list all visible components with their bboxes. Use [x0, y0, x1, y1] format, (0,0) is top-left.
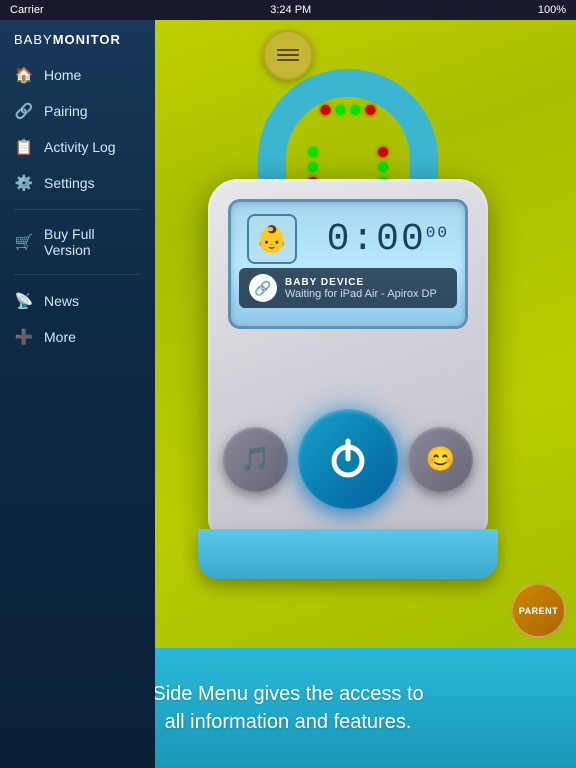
- screen-top: 👶 0:00 00: [231, 202, 465, 268]
- news-icon: 📡: [14, 291, 34, 311]
- smile-icon: 😊: [426, 445, 456, 474]
- led-dot-left-2: [308, 162, 318, 172]
- baby-device-icon: 🔗: [249, 274, 277, 302]
- led-dot-right-2: [378, 162, 388, 172]
- led-top-row: [321, 105, 376, 115]
- sidebar-home-label: Home: [44, 67, 81, 83]
- time-label: 3:24 PM: [270, 4, 311, 16]
- home-icon: 🏠: [14, 65, 34, 85]
- buy-icon: 🛒: [14, 232, 34, 252]
- status-bar: Carrier 3:24 PM 100%: [0, 0, 576, 20]
- sidebar-divider-2: [14, 274, 141, 275]
- screen-text: BABY DEVICE Waiting for iPad Air - Apiro…: [285, 277, 437, 300]
- sidebar-activitylog-label: Activity Log: [44, 139, 116, 155]
- sidebar-item-activity-log[interactable]: 📋 Activity Log: [0, 129, 155, 165]
- app-title-baby: BABY: [14, 32, 53, 47]
- sidebar-item-more[interactable]: ➕ More: [0, 319, 155, 355]
- app-title-monitor: MONITOR: [53, 32, 121, 47]
- led-dot-right-1: [378, 147, 388, 157]
- device-container: 👶 0:00 00 🔗 BABY DEVICE Wait: [120, 10, 576, 648]
- app-title: BABYMONITOR: [0, 20, 155, 57]
- power-icon: [324, 435, 372, 483]
- timer-main: 0:00: [327, 218, 426, 261]
- sidebar-divider-1: [14, 209, 141, 210]
- sidebar-more-label: More: [44, 329, 76, 345]
- led-dot-green-1: [336, 105, 346, 115]
- led-dot-left-1: [308, 147, 318, 157]
- settings-icon: ⚙️: [14, 173, 34, 193]
- device-base: [198, 529, 498, 579]
- timer-seconds: 00: [426, 224, 449, 242]
- sidebar: BABYMONITOR 🏠 Home 🔗 Pairing 📋 Activity …: [0, 0, 155, 768]
- music-button[interactable]: 🎵: [223, 427, 288, 492]
- sidebar-news-label: News: [44, 293, 79, 309]
- sidebar-item-home[interactable]: 🏠 Home: [0, 57, 155, 93]
- baby-face-icon: 👶: [256, 224, 288, 255]
- hamburger-line-3: [277, 59, 299, 61]
- link-icon: 🔗: [254, 280, 271, 297]
- screen-status-bar: 🔗 BABY DEVICE Waiting for iPad Air - Api…: [239, 268, 457, 308]
- pairing-icon: 🔗: [14, 101, 34, 121]
- device-body: 👶 0:00 00 🔗 BABY DEVICE Wait: [208, 179, 488, 539]
- carrier-label: Carrier: [10, 4, 44, 16]
- activity-log-icon: 📋: [14, 137, 34, 157]
- device-title-label: BABY DEVICE: [285, 277, 437, 288]
- battery-label: 100%: [538, 4, 566, 16]
- sidebar-item-settings[interactable]: ⚙️ Settings: [0, 165, 155, 201]
- caption-line-1: Side Menu gives the access to: [152, 680, 423, 708]
- device-status-label: Waiting for iPad Air - Apirox DP: [285, 288, 437, 300]
- device-buttons: 🎵 😊: [208, 409, 488, 509]
- sidebar-pairing-label: Pairing: [44, 103, 88, 119]
- parent-badge: PARENT: [511, 583, 566, 638]
- device-screen: 👶 0:00 00 🔗 BABY DEVICE Wait: [228, 199, 468, 329]
- power-button[interactable]: [298, 409, 398, 509]
- caption-line-2: all information and features.: [152, 708, 423, 736]
- hamburger-line-2: [277, 54, 299, 56]
- sidebar-item-buy-full[interactable]: 🛒 Buy Full Version: [0, 218, 155, 266]
- parent-label: PARENT: [519, 606, 558, 616]
- music-icon: 🎵: [241, 445, 271, 474]
- led-dot-red-2: [366, 105, 376, 115]
- more-icon: ➕: [14, 327, 34, 347]
- sidebar-item-pairing[interactable]: 🔗 Pairing: [0, 93, 155, 129]
- baby-icon-screen: 👶: [247, 214, 297, 264]
- sidebar-buyfull-label: Buy Full Version: [44, 226, 141, 258]
- sidebar-settings-label: Settings: [44, 175, 95, 191]
- baby-monitor-device: 👶 0:00 00 🔗 BABY DEVICE Wait: [188, 79, 508, 579]
- smile-button[interactable]: 😊: [408, 427, 473, 492]
- led-dot-green-2: [351, 105, 361, 115]
- led-dot-red-1: [321, 105, 331, 115]
- timer-display: 0:00 00: [327, 218, 449, 261]
- menu-button[interactable]: [263, 30, 313, 80]
- hamburger-line-1: [277, 49, 299, 51]
- caption-text: Side Menu gives the access to all inform…: [112, 680, 463, 736]
- sidebar-item-news[interactable]: 📡 News: [0, 283, 155, 319]
